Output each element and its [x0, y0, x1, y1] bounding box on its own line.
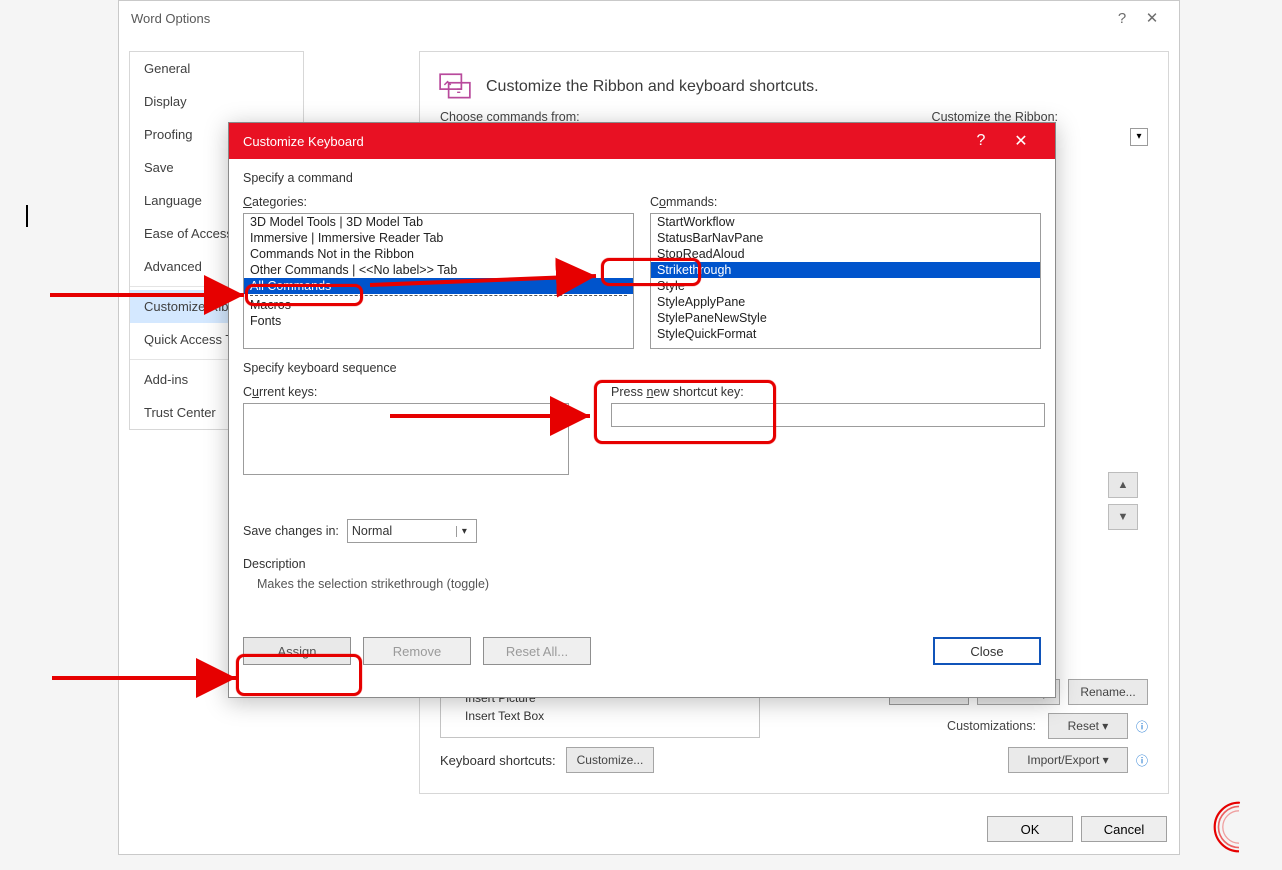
- category-option[interactable]: Other Commands | <<No label>> Tab: [244, 262, 633, 278]
- word-options-title: Word Options: [131, 11, 210, 26]
- description-label: Description: [243, 557, 1041, 571]
- word-options-titlebar: Word Options ? ✕: [119, 1, 1179, 35]
- command-option-selected[interactable]: Strikethrough: [651, 262, 1040, 278]
- specify-command-label: Specify a command: [243, 171, 1041, 185]
- import-export-button[interactable]: Import/Export ▾: [1008, 747, 1128, 773]
- category-option[interactable]: Fonts: [244, 313, 633, 329]
- specify-sequence-label: Specify keyboard sequence: [243, 361, 1041, 375]
- sidebar-item-display[interactable]: Display: [130, 85, 303, 118]
- info-icon[interactable]: ⓘ: [1136, 718, 1148, 735]
- ribbon-icon: [438, 70, 472, 104]
- commands-label-rest: mmands:: [666, 195, 717, 209]
- current-keys-box[interactable]: [243, 403, 569, 475]
- remove-button[interactable]: Remove: [363, 637, 471, 665]
- save-changes-value: Normal: [352, 524, 392, 538]
- description-text: Makes the selection strikethrough (toggl…: [243, 571, 1041, 591]
- customizations-label: Customizations:: [947, 719, 1036, 733]
- reset-all-button[interactable]: Reset All...: [483, 637, 591, 665]
- ok-button[interactable]: OK: [987, 816, 1073, 842]
- highlight-assign: [236, 654, 362, 696]
- categories-label-rest: ategories:: [252, 195, 307, 209]
- customize-button[interactable]: Customize...: [566, 747, 655, 773]
- move-up-button[interactable]: ▲: [1108, 472, 1138, 498]
- close-button[interactable]: Close: [933, 637, 1041, 665]
- categories-list[interactable]: 3D Model Tools | 3D Model Tab Immersive …: [243, 213, 634, 349]
- ck-titlebar: Customize Keyboard ? ✕: [229, 123, 1055, 159]
- save-changes-dropdown[interactable]: Normal ▾: [347, 519, 477, 543]
- command-option[interactable]: StylePaneNewStyle: [651, 310, 1040, 326]
- word-options-footer: OK Cancel: [987, 816, 1167, 842]
- command-option[interactable]: StatusBarNavPane: [651, 230, 1040, 246]
- customize-ribbon-heading-text: Customize the Ribbon and keyboard shortc…: [486, 78, 819, 96]
- command-option[interactable]: StyleApplyPane: [651, 294, 1040, 310]
- customize-ribbon-heading: Customize the Ribbon and keyboard shortc…: [438, 70, 1150, 104]
- sidebar-item-general[interactable]: General: [130, 52, 303, 85]
- keyboard-shortcuts-row: Keyboard shortcuts: Customize...: [440, 747, 654, 773]
- command-option[interactable]: Style: [651, 278, 1040, 294]
- close-icon[interactable]: ✕: [1001, 131, 1041, 151]
- command-option[interactable]: StyleQuickFormat: [651, 326, 1040, 342]
- help-icon[interactable]: ?: [961, 132, 1001, 150]
- watermark-logo: [1212, 800, 1266, 854]
- category-option[interactable]: Commands Not in the Ribbon: [244, 246, 633, 262]
- command-option[interactable]: StartWorkflow: [651, 214, 1040, 230]
- help-icon[interactable]: ?: [1107, 10, 1137, 27]
- list-item[interactable]: Insert Text Box: [441, 707, 759, 725]
- close-icon[interactable]: ✕: [1137, 9, 1167, 27]
- reset-button[interactable]: Reset ▾: [1048, 713, 1128, 739]
- reorder-buttons: ▲ ▼: [1108, 472, 1138, 530]
- keyboard-shortcuts-label: Keyboard shortcuts:: [440, 753, 556, 768]
- cancel-button[interactable]: Cancel: [1081, 816, 1167, 842]
- commands-list[interactable]: StartWorkflow StatusBarNavPane StopReadA…: [650, 213, 1041, 349]
- customize-ribbon-dropdown-icon[interactable]: ▾: [1130, 128, 1148, 146]
- document-caret: [26, 205, 28, 227]
- highlight-all-commands: [245, 284, 363, 306]
- highlight-press-new-shortcut: [594, 380, 776, 444]
- chevron-down-icon: ▾: [456, 526, 472, 537]
- move-down-button[interactable]: ▼: [1108, 504, 1138, 530]
- rename-button[interactable]: Rename...: [1068, 679, 1148, 705]
- category-option[interactable]: 3D Model Tools | 3D Model Tab: [244, 214, 633, 230]
- category-option[interactable]: Immersive | Immersive Reader Tab: [244, 230, 633, 246]
- highlight-strikethrough: [601, 258, 701, 286]
- command-option[interactable]: StopReadAloud: [651, 246, 1040, 262]
- info-icon[interactable]: ⓘ: [1136, 752, 1148, 769]
- ck-title: Customize Keyboard: [243, 134, 364, 149]
